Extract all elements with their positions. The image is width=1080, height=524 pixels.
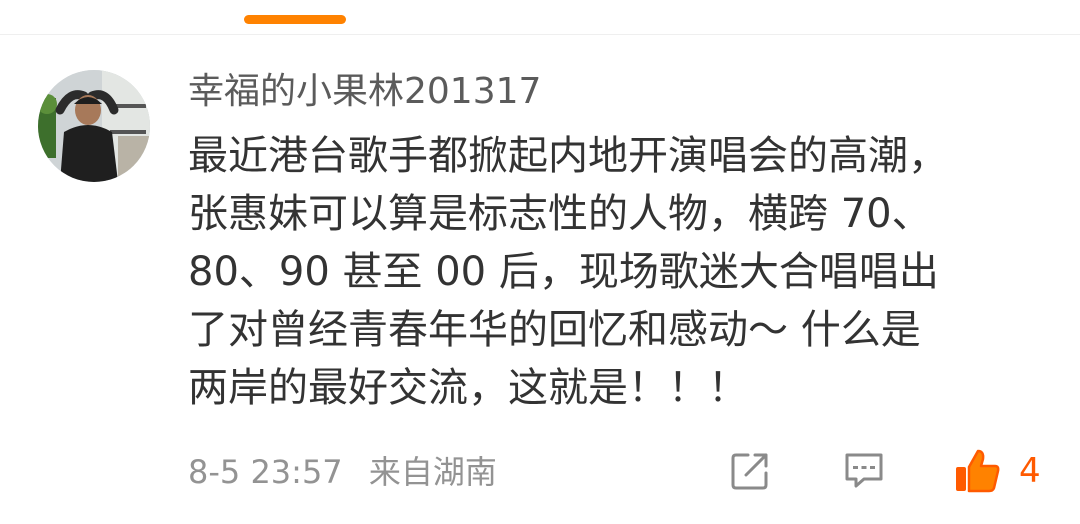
comment-text: 最近港台歌手都掀起内地开演唱会的高潮， 张惠妹可以算是标志性的人物，横跨 70、… <box>188 127 1048 417</box>
comment-line: 两岸的最好交流，这就是！！！ <box>188 365 748 411</box>
reply-button[interactable] <box>842 445 886 497</box>
avatar-image <box>38 70 150 182</box>
share-icon <box>731 453 768 490</box>
divider <box>0 34 1080 35</box>
tab-indicator <box>244 15 346 24</box>
comment-meta: 8-5 23:57 来自湖南 <box>188 448 497 496</box>
comment-line: 了对曾经青春年华的回忆和感动～ 什么是 <box>188 307 921 353</box>
thumbs-up-icon <box>956 449 1000 493</box>
share-button[interactable] <box>728 445 772 497</box>
username[interactable]: 幸福的小果林201317 <box>188 66 541 118</box>
avatar[interactable] <box>38 70 150 182</box>
like-count: 4 <box>1019 451 1041 491</box>
reply-icon <box>845 453 883 488</box>
comment-line: 80、90 甚至 00 后，现场歌迷大合唱唱出 <box>188 249 939 295</box>
like-button[interactable]: 4 <box>953 445 1041 497</box>
comment-line: 最近港台歌手都掀起内地开演唱会的高潮， <box>188 133 948 179</box>
comment-line: 张惠妹可以算是标志性的人物，横跨 70、 <box>188 191 932 237</box>
timestamp: 8-5 23:57 <box>188 453 343 491</box>
source-location: 来自湖南 <box>368 453 497 491</box>
